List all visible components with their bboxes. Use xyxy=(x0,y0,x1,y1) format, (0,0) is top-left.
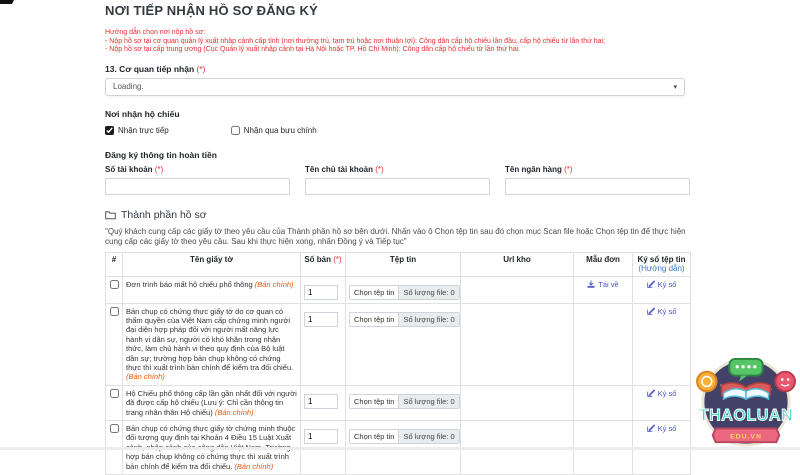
documents-note: "Quý khách cung cấp các giấy tờ theo yêu… xyxy=(105,227,690,247)
row-3-sign-link[interactable]: Ký số xyxy=(647,389,677,398)
required-mark: (*) xyxy=(197,64,206,74)
header-template: Mẫu đơn xyxy=(574,252,633,276)
direct-pickup-checkbox[interactable] xyxy=(105,126,114,135)
passport-delivery-label: Nơi nhận hộ chiếu xyxy=(105,109,690,119)
row-2-file-control: Chọn tệp tin Số lượng file: 0 xyxy=(349,312,460,327)
submission-instructions: Hướng dẫn chọn nơi nộp hồ sơ: - Nộp hồ s… xyxy=(105,29,690,55)
row-1-copies-input[interactable] xyxy=(304,285,338,300)
edit-pencil-icon xyxy=(647,307,655,315)
receiving-agency-section: 13. Cơ quan tiếp nhận (*) Loading. ▾ xyxy=(105,64,690,96)
original-copy-tag: (Bản chính) xyxy=(255,280,294,289)
edit-pencil-icon xyxy=(647,389,655,397)
sign-help-link[interactable]: (Hướng dẫn) xyxy=(638,264,684,273)
row-2-sign-link[interactable]: Ký số xyxy=(647,307,677,316)
table-row-3: Hộ Chiếu phổ thông cấp lần gần nhất đối … xyxy=(106,385,691,420)
row-1-url-kho-cell xyxy=(461,276,574,303)
row-3-url-kho-cell xyxy=(461,385,574,420)
required-mark: (*) xyxy=(564,165,572,174)
ribbon-banner: EDU.VN xyxy=(713,428,780,442)
account-holder-label: Tên chủ tài khoản (*) xyxy=(305,165,490,174)
row-3-choose-file-button[interactable]: Chọn tệp tin xyxy=(350,395,399,408)
left-badge-icon xyxy=(697,372,717,392)
refund-info-section: Đăng ký thông tin hoàn tiền Số tài khoản… xyxy=(105,150,690,195)
bank-name-label: Tên ngân hàng (*) xyxy=(505,165,690,174)
row-4-copies-input[interactable] xyxy=(304,429,338,444)
bank-name-field[interactable] xyxy=(505,178,690,195)
row-4-file-control: Chọn tệp tin Số lượng file: 0 xyxy=(349,429,460,444)
row-4-sign-link[interactable]: Ký số xyxy=(647,424,677,433)
screenshot-corner-artifact xyxy=(0,0,14,4)
receiving-agency-selected-value: Loading. xyxy=(113,82,144,91)
row-1-file-control: Chọn tệp tin Số lượng file: 0 xyxy=(349,285,460,300)
row-2-checkbox[interactable] xyxy=(110,307,119,316)
header-file: Tệp tin xyxy=(346,252,461,276)
header-copies: Số bản (*) xyxy=(301,252,346,276)
row-2-choose-file-button[interactable]: Chọn tệp tin xyxy=(350,313,399,326)
table-row-1: Đơn trình báo mất hộ chiếu phổ thông (Bả… xyxy=(106,276,691,303)
thaoluan-watermark-logo: THAOLUAN EDU.VN xyxy=(692,356,800,450)
documents-section-title: Thành phần hồ sơ xyxy=(105,209,690,221)
header-url-kho: Url kho xyxy=(461,252,574,276)
row-1-download-template-link[interactable]: Tải về xyxy=(587,280,618,289)
delivery-option-postal[interactable]: Nhận qua bưu chính xyxy=(231,126,317,135)
instructions-heading: Hướng dẫn chọn nơi nộp hồ sơ: xyxy=(105,29,690,38)
row-3-checkbox[interactable] xyxy=(110,389,119,398)
row-2-url-kho-cell xyxy=(461,303,574,385)
row-3-template-cell xyxy=(574,385,633,420)
svg-text:EDU.VN: EDU.VN xyxy=(730,433,762,440)
row-3-document-name: Hộ Chiếu phổ thông cấp lần gần nhất đối … xyxy=(126,389,297,417)
row-1-choose-file-button[interactable]: Chọn tệp tin xyxy=(350,286,399,299)
required-mark: (*) xyxy=(155,165,163,174)
download-icon xyxy=(587,280,595,288)
row-1-document-name: Đơn trình báo mất hộ chiếu phổ thông (Bả… xyxy=(126,280,297,289)
row-3-file-count: Số lượng file: 0 xyxy=(399,395,458,408)
documents-section: Thành phần hồ sơ "Quý khách cung cấp các… xyxy=(105,209,690,475)
row-2-document-name: Bản chụp có chứng thực giấy tờ do cơ qua… xyxy=(126,307,297,382)
instructions-line-2: - Nộp hồ sơ tại cấp trung ương (Cục Quản… xyxy=(105,46,690,55)
row-1-file-count: Số lượng file: 0 xyxy=(399,286,458,299)
row-4-file-count: Số lượng file: 0 xyxy=(399,430,458,443)
passport-delivery-section: Nơi nhận hộ chiếu Nhận trực tiếp Nhận qu… xyxy=(105,109,690,135)
header-document-name: Tên giấy tờ xyxy=(123,252,301,276)
documents-table: # Tên giấy tờ Số bản (*) Tệp tin Url kho… xyxy=(105,252,691,475)
postal-delivery-label: Nhận qua bưu chính xyxy=(244,126,317,135)
header-index: # xyxy=(106,252,123,276)
folder-icon xyxy=(105,210,116,220)
account-holder-field[interactable] xyxy=(305,178,490,195)
right-badge-icon xyxy=(775,372,795,392)
original-copy-tag: (Bản chính) xyxy=(126,372,165,381)
form-page: NƠI TIẾP NHẬN HỒ SƠ ĐĂNG KÝ Hướng dẫn ch… xyxy=(105,0,690,475)
account-number-label: Số tài khoản (*) xyxy=(105,165,290,174)
row-2-copies-input[interactable] xyxy=(304,312,338,327)
header-digital-sign: Ký số tệp tin (Hướng dẫn) xyxy=(633,252,691,276)
chevron-down-icon: ▾ xyxy=(673,83,677,91)
page-title: NƠI TIẾP NHẬN HỒ SƠ ĐĂNG KÝ xyxy=(105,0,690,18)
edit-pencil-icon xyxy=(647,424,655,432)
account-number-field[interactable] xyxy=(105,178,290,195)
required-mark: (*) xyxy=(375,165,383,174)
row-3-copies-input[interactable] xyxy=(304,394,338,409)
svg-text:THAOLUAN: THAOLUAN xyxy=(699,407,793,425)
row-1-sign-link[interactable]: Ký số xyxy=(647,280,677,289)
row-4-checkbox[interactable] xyxy=(110,424,119,433)
row-2-file-count: Số lượng file: 0 xyxy=(399,313,458,326)
row-2-template-cell xyxy=(574,303,633,385)
postal-delivery-checkbox[interactable] xyxy=(231,126,240,135)
row-1-checkbox[interactable] xyxy=(110,280,119,289)
receiving-agency-label: 13. Cơ quan tiếp nhận (*) xyxy=(105,64,690,74)
table-row-2: Bản chụp có chứng thực giấy tờ do cơ qua… xyxy=(106,303,691,385)
documents-table-header-row: # Tên giấy tờ Số bản (*) Tệp tin Url kho… xyxy=(106,252,691,276)
row-4-choose-file-button[interactable]: Chọn tệp tin xyxy=(350,430,399,443)
original-copy-tag: (Bản chính) xyxy=(234,462,273,471)
instructions-line-1: - Nộp hồ sơ tại cơ quan quản lý xuất nhậ… xyxy=(105,38,690,47)
direct-pickup-label: Nhận trực tiếp xyxy=(118,126,169,135)
edit-pencil-icon xyxy=(647,280,655,288)
receiving-agency-select[interactable]: Loading. ▾ xyxy=(105,78,685,96)
delivery-option-direct[interactable]: Nhận trực tiếp xyxy=(105,126,169,135)
original-copy-tag: (Bản chính) xyxy=(215,408,254,417)
row-3-file-control: Chọn tệp tin Số lượng file: 0 xyxy=(349,394,460,409)
required-mark: (*) xyxy=(333,255,341,264)
refund-info-label: Đăng ký thông tin hoàn tiền xyxy=(105,150,690,160)
